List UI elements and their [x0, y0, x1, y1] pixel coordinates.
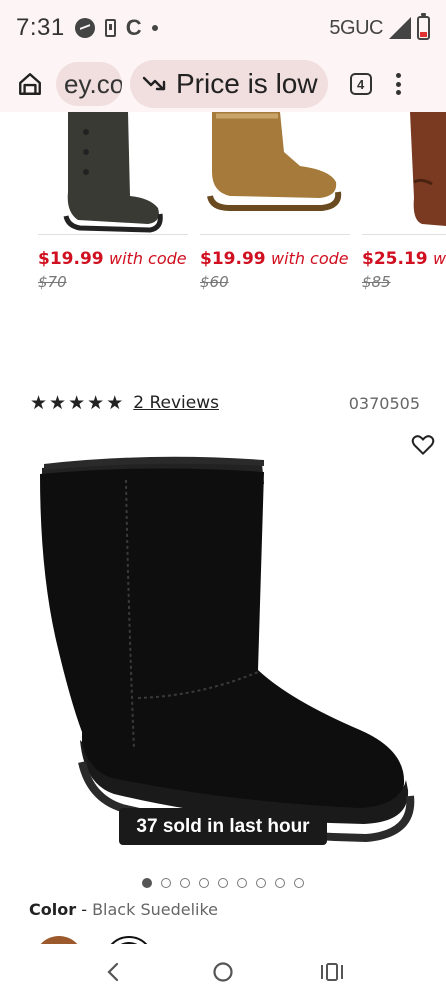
- pagination-dot[interactable]: [218, 878, 228, 888]
- url-text: ey.co: [64, 68, 122, 99]
- status-right: 5GUC: [329, 13, 430, 40]
- pagination-dot[interactable]: [294, 878, 304, 888]
- recommendation-carousel[interactable]: $19.99 with code $70 $19.99 with code $6…: [0, 112, 446, 302]
- reviews-link[interactable]: 2 Reviews: [133, 393, 219, 413]
- messenger-icon: [74, 18, 95, 38]
- image-pagination[interactable]: [142, 878, 304, 888]
- pagination-dot[interactable]: [275, 878, 285, 888]
- rec-sale-price: $19.99 with code: [38, 249, 187, 269]
- battery-saver-icon: [104, 19, 116, 37]
- pagination-dot[interactable]: [180, 878, 190, 888]
- rec-sale-price: $19.99 with code: [200, 249, 349, 269]
- tab-count: 4: [356, 76, 365, 92]
- more-vert-icon[interactable]: [394, 69, 404, 99]
- rec-original-price: $70: [38, 273, 67, 291]
- network-label: 5GUC: [329, 16, 383, 39]
- trending-down-icon: [142, 76, 166, 91]
- rec-product-image[interactable]: [38, 112, 188, 234]
- recents-icon: [320, 963, 343, 981]
- star-rating[interactable]: ★ ★ ★ ★ ★: [30, 391, 124, 414]
- pagination-dot[interactable]: [237, 878, 247, 888]
- star-icon: ★: [49, 391, 67, 414]
- star-icon: ★: [106, 391, 124, 414]
- product-image[interactable]: [30, 450, 420, 860]
- pagination-dot[interactable]: [256, 878, 266, 888]
- sold-badge: 37 sold in last hour: [119, 808, 327, 845]
- rec-card[interactable]: $25.19 with code $85: [362, 112, 446, 291]
- rec-product-image[interactable]: [200, 112, 350, 234]
- browser-toolbar: ey.co Price is low 4: [0, 56, 446, 112]
- rec-original-price: $60: [200, 273, 229, 291]
- url-bar[interactable]: ey.co: [56, 62, 122, 106]
- star-icon: ★: [87, 391, 105, 414]
- back-button[interactable]: [96, 954, 132, 990]
- ratings-row: ★ ★ ★ ★ ★ 2 Reviews 0370505: [30, 390, 420, 416]
- c-app-icon: C: [125, 15, 142, 40]
- home-nav-button[interactable]: [205, 954, 241, 990]
- home-circle-icon: [213, 962, 233, 982]
- pagination-dot[interactable]: [142, 878, 152, 888]
- price-chip-label: Price is low: [176, 68, 318, 99]
- home-button[interactable]: [10, 64, 50, 104]
- rec-card[interactable]: $19.99 with code $70: [38, 112, 188, 291]
- rec-original-price: $85: [362, 273, 391, 291]
- more-notifications-icon: [151, 25, 158, 31]
- price-insight-chip[interactable]: Price is low: [130, 60, 328, 108]
- rec-product-image[interactable]: [362, 112, 446, 234]
- rec-sale-price: $25.19 with code: [362, 249, 446, 269]
- star-icon: ★: [68, 391, 86, 414]
- pagination-dot[interactable]: [199, 878, 209, 888]
- system-navigation-bar: [0, 944, 446, 1000]
- color-label: Color: [29, 900, 77, 919]
- status-time: 7:31: [16, 14, 65, 41]
- pagination-dot[interactable]: [161, 878, 171, 888]
- back-icon: [107, 962, 119, 982]
- status-bar: 7:31 C 5GUC: [0, 0, 446, 56]
- rec-card[interactable]: $19.99 with code $60: [200, 112, 350, 291]
- notification-icons: C: [74, 15, 158, 41]
- home-icon: [19, 73, 41, 95]
- color-value: Black Suedelike: [92, 900, 219, 919]
- star-icon: ★: [30, 391, 48, 414]
- product-sku: 0370505: [348, 393, 420, 413]
- battery-icon: [417, 13, 430, 40]
- recents-button[interactable]: [314, 954, 350, 990]
- tabs-button[interactable]: 4: [349, 73, 372, 95]
- color-selector-label: Color - Black Suedelike: [29, 900, 219, 919]
- signal-icon: [389, 17, 411, 39]
